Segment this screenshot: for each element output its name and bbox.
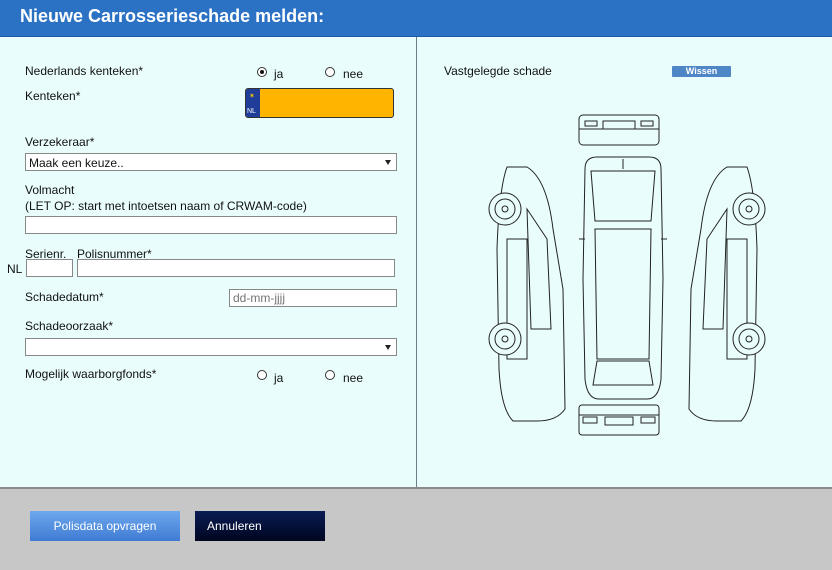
volmacht-note: (LET OP: start met intoetsen naam of CRW… — [25, 199, 307, 213]
header-bar: Nieuwe Carrosserieschade melden: — [0, 0, 832, 37]
nl-prefix: NL — [7, 262, 23, 276]
damage-panel: Vastgelegde schade Wissen — [417, 37, 832, 487]
nl-kenteken-ja-radio[interactable] — [257, 67, 267, 77]
kenteken-label: Kenteken* — [25, 89, 81, 103]
polisnummer-input[interactable] — [77, 259, 395, 277]
nederlands-kenteken-label: Nederlands kenteken* — [25, 64, 144, 78]
verzekeraar-label: Verzekeraar* — [25, 135, 95, 149]
page-title: Nieuwe Carrosserieschade melden: — [20, 6, 325, 26]
car-top-view[interactable] — [579, 156, 667, 400]
footer-bar: Polisdata opvragen Annuleren — [0, 487, 832, 570]
waarborgfonds-ja-label: ja — [274, 371, 284, 385]
car-rear-view[interactable] — [578, 404, 660, 436]
kenteken-input[interactable] — [261, 89, 393, 117]
vastgelegde-schade-label: Vastgelegde schade — [444, 64, 552, 78]
wissen-button[interactable]: Wissen — [672, 66, 731, 77]
car-right-side-view[interactable] — [688, 166, 766, 422]
waarborgfonds-nee-label: nee — [343, 371, 364, 385]
schadedatum-label: Schadedatum* — [25, 290, 104, 304]
annuleren-button[interactable]: Annuleren — [195, 511, 325, 541]
eu-flag-icon: ✶ NL — [246, 89, 260, 117]
waarborgfonds-nee-radio[interactable] — [325, 370, 335, 380]
verzekeraar-select[interactable]: Maak een keuze.. — [25, 153, 397, 171]
car-damage-diagram[interactable] — [487, 109, 767, 441]
polisdata-opvragen-button[interactable]: Polisdata opvragen — [30, 511, 180, 541]
volmacht-label: Volmacht — [25, 183, 75, 197]
car-front-view[interactable] — [578, 114, 660, 146]
car-left-side-view[interactable] — [488, 166, 566, 422]
volmacht-input[interactable] — [25, 216, 397, 234]
waarborgfonds-label: Mogelijk waarborgfonds* — [25, 367, 157, 381]
nl-kenteken-nee-radio[interactable] — [325, 67, 335, 77]
dropdown-arrow-icon — [385, 160, 391, 165]
waarborgfonds-ja-radio[interactable] — [257, 370, 267, 380]
nl-kenteken-nee-label: nee — [343, 67, 364, 81]
kenteken-plate-field[interactable]: ✶ NL — [245, 88, 394, 118]
verzekeraar-selected-value: Maak een keuze.. — [29, 156, 124, 170]
schadedatum-input[interactable] — [229, 289, 397, 307]
schadeoorzaak-select[interactable] — [25, 338, 397, 356]
form-panel: Nederlands kenteken* ja nee Kenteken* ✶ … — [0, 37, 417, 487]
serienr-input[interactable] — [26, 259, 73, 277]
dropdown-arrow-icon — [385, 345, 391, 350]
nl-kenteken-ja-label: ja — [274, 67, 284, 81]
schadeoorzaak-label: Schadeoorzaak* — [25, 319, 114, 333]
